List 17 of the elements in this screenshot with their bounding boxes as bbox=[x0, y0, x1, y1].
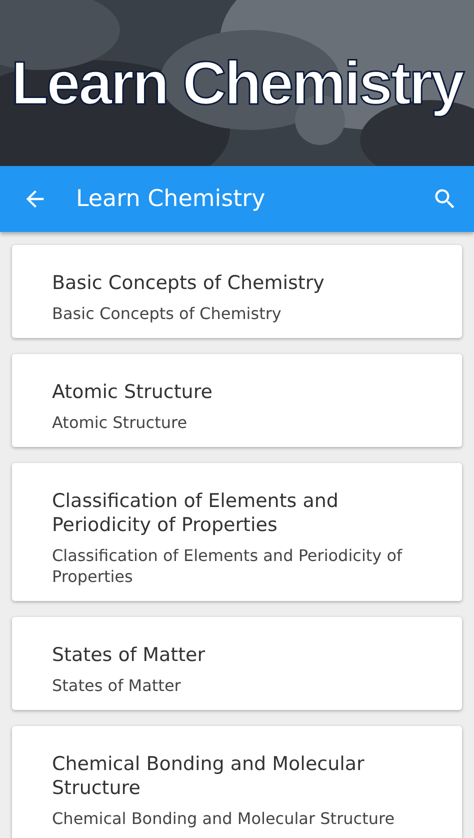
topic-title: Basic Concepts of Chemistry bbox=[52, 271, 326, 295]
topic-card[interactable]: Basic Concepts of Chemistry Basic Concepts of Chemistry bbox=[12, 245, 462, 338]
topic-card[interactable]: States of Matter States of Matter bbox=[12, 617, 462, 710]
topic-title: Atomic Structure bbox=[52, 380, 214, 404]
topic-subtitle: Atomic Structure bbox=[52, 412, 188, 433]
topic-title: Classification of Elements and Periodicity of Properties bbox=[52, 489, 340, 537]
banner-title: Learn Chemistry bbox=[11, 48, 463, 118]
topic-title: States of Matter bbox=[52, 643, 206, 667]
topic-title: Chemical Bonding and Molecular Structure bbox=[52, 752, 366, 800]
app-bar-title: Learn Chemistry bbox=[76, 186, 266, 212]
topic-subtitle: Chemical Bonding and Molecular Structure bbox=[52, 808, 396, 829]
topic-subtitle: Basic Concepts of Chemistry bbox=[52, 303, 282, 324]
topic-card[interactable]: Classification of Elements and Periodicity of Properties Classification of Elements and Periodicity of Properties bbox=[12, 463, 462, 601]
topic-card[interactable]: Atomic Structure Atomic Structure bbox=[12, 354, 462, 447]
topic-subtitle: States of Matter bbox=[52, 675, 182, 696]
topic-subtitle: Classification of Elements and Periodicity of Properties bbox=[52, 545, 404, 587]
topic-card[interactable]: Chemical Bonding and Molecular Structure Chemical Bonding and Molecular Structure bbox=[12, 726, 462, 838]
